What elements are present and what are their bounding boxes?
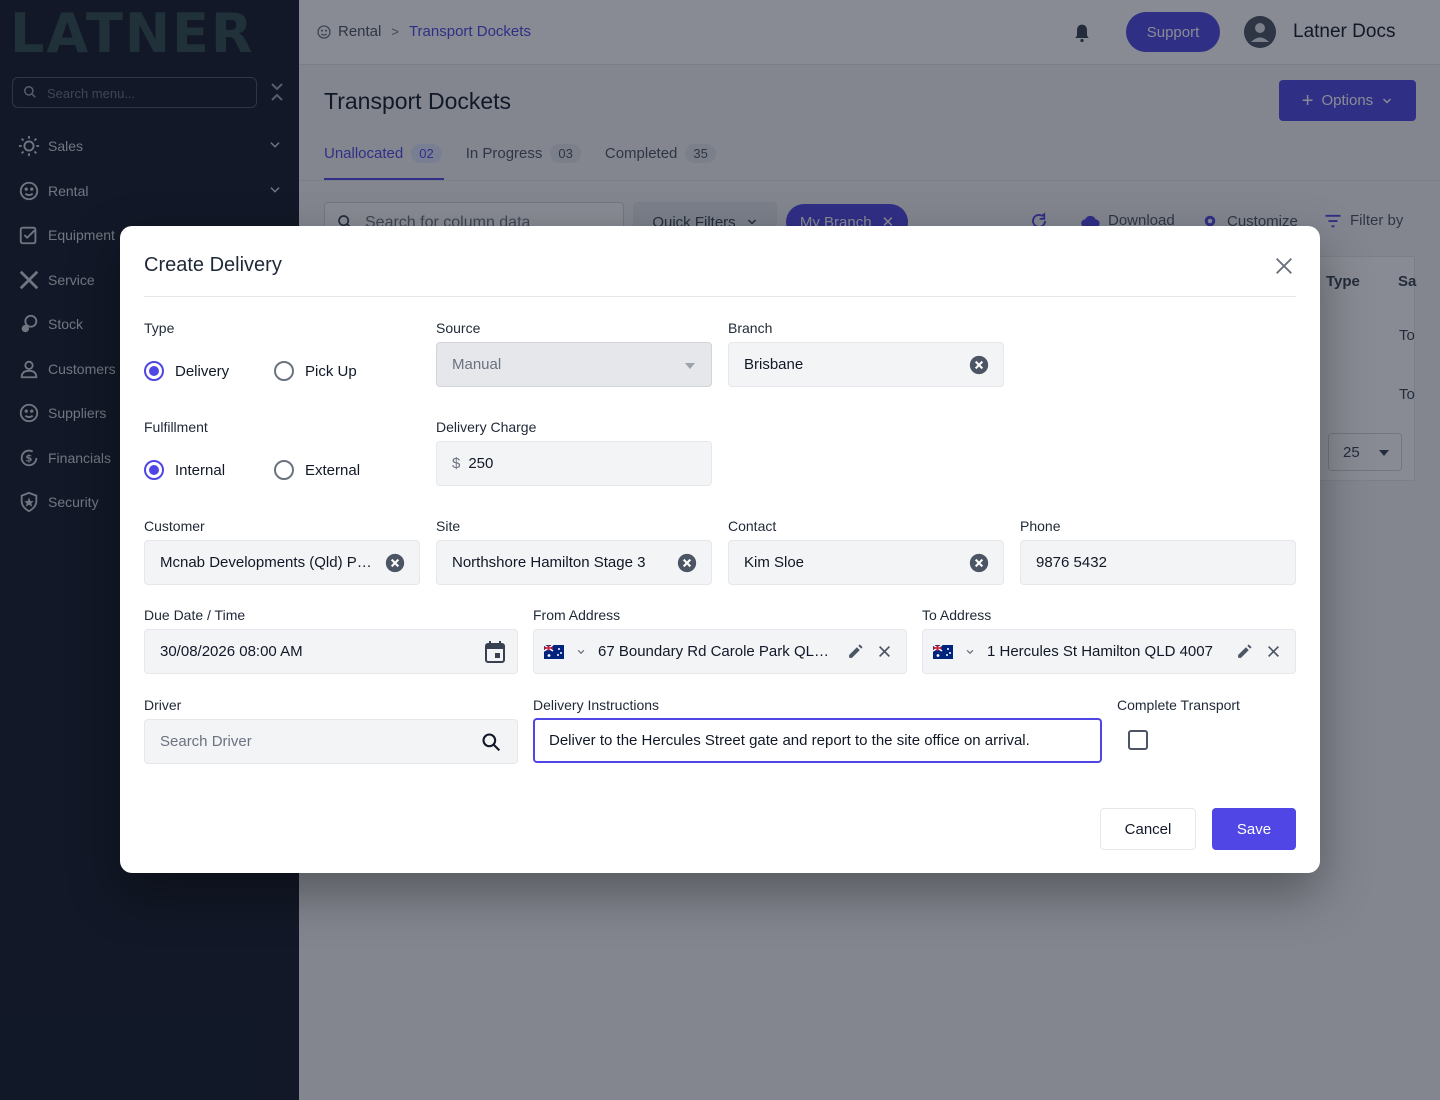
contact-value: Kim Sloe bbox=[744, 554, 805, 571]
chevron-down-icon[interactable] bbox=[576, 647, 586, 657]
to-address-label: To Address bbox=[922, 607, 992, 623]
radio-selected-icon bbox=[144, 361, 164, 381]
from-address-value: 67 Boundary Rd Carole Park QLD ... bbox=[598, 643, 836, 660]
customer-field[interactable]: Mcnab Developments (Qld) Pty L bbox=[144, 540, 420, 585]
site-value: Northshore Hamilton Stage 3 bbox=[452, 554, 646, 571]
clear-icon[interactable] bbox=[677, 553, 697, 573]
delivery-instructions-label: Delivery Instructions bbox=[533, 697, 660, 713]
save-button[interactable]: Save bbox=[1212, 808, 1296, 850]
customer-value: Mcnab Developments (Qld) Pty L bbox=[160, 554, 375, 571]
to-address-field[interactable]: 1 Hercules St Hamilton QLD 4007 bbox=[922, 629, 1296, 674]
to-address-value: 1 Hercules St Hamilton QLD 4007 bbox=[987, 643, 1213, 660]
phone-value: 9876 5432 bbox=[1036, 554, 1107, 571]
calendar-icon[interactable] bbox=[485, 641, 505, 663]
from-address-field[interactable]: 67 Boundary Rd Carole Park QLD ... bbox=[533, 629, 907, 674]
create-delivery-modal: Create Delivery Type Delivery Pick Up So… bbox=[120, 226, 1320, 873]
due-date-value: 30/08/2026 08:00 AM bbox=[160, 643, 303, 660]
fulfillment-label: Fulfillment bbox=[144, 419, 208, 435]
clear-icon[interactable] bbox=[969, 553, 989, 573]
delivery-charge-input[interactable]: $ 250 bbox=[436, 441, 712, 486]
branch-label: Branch bbox=[728, 320, 773, 336]
customer-label: Customer bbox=[144, 518, 205, 534]
driver-placeholder: Search Driver bbox=[160, 733, 252, 750]
complete-transport-label: Complete Transport bbox=[1117, 697, 1240, 713]
radio-selected-icon bbox=[144, 460, 164, 480]
complete-transport-checkbox[interactable] bbox=[1128, 730, 1148, 750]
radio-pick-up[interactable]: Pick Up bbox=[274, 361, 357, 381]
modal-title: Create Delivery bbox=[144, 254, 282, 276]
caret-down-icon bbox=[685, 363, 695, 369]
site-field[interactable]: Northshore Hamilton Stage 3 bbox=[436, 540, 712, 585]
from-address-label: From Address bbox=[533, 607, 621, 623]
search-icon[interactable] bbox=[481, 732, 501, 752]
radio-unselected-icon bbox=[274, 361, 294, 381]
source-select: Manual bbox=[436, 342, 712, 387]
clear-icon[interactable] bbox=[385, 553, 405, 573]
phone-input[interactable]: 9876 5432 bbox=[1020, 540, 1296, 585]
radio-label: External bbox=[305, 461, 361, 479]
branch-value: Brisbane bbox=[744, 356, 804, 373]
source-label: Source bbox=[436, 320, 481, 336]
edit-icon[interactable] bbox=[1236, 643, 1253, 660]
radio-external[interactable]: External bbox=[274, 460, 360, 480]
close-icon[interactable] bbox=[1273, 255, 1295, 277]
australia-flag-icon bbox=[933, 644, 953, 659]
currency-symbol: $ bbox=[452, 455, 461, 472]
clear-icon[interactable] bbox=[969, 355, 989, 375]
due-date-input[interactable]: 30/08/2026 08:00 AM bbox=[144, 629, 518, 674]
modal-divider bbox=[144, 296, 1296, 297]
type-label: Type bbox=[144, 320, 175, 336]
close-icon[interactable] bbox=[878, 645, 891, 658]
phone-label: Phone bbox=[1020, 518, 1061, 534]
driver-label: Driver bbox=[144, 697, 182, 713]
radio-label: Internal bbox=[175, 461, 226, 479]
source-value: Manual bbox=[452, 356, 502, 373]
radio-label: Delivery bbox=[175, 362, 230, 380]
delivery-charge-value: 250 bbox=[468, 455, 494, 472]
delivery-instructions-input[interactable]: Deliver to the Hercules Street gate and … bbox=[533, 718, 1102, 763]
contact-field[interactable]: Kim Sloe bbox=[728, 540, 1004, 585]
australia-flag-icon bbox=[544, 644, 564, 659]
delivery-instructions-value: Deliver to the Hercules Street gate and … bbox=[549, 732, 1030, 749]
radio-delivery[interactable]: Delivery bbox=[144, 361, 229, 381]
close-icon[interactable] bbox=[1267, 645, 1280, 658]
radio-unselected-icon bbox=[274, 460, 294, 480]
contact-label: Contact bbox=[728, 518, 777, 534]
site-label: Site bbox=[436, 518, 461, 534]
edit-icon[interactable] bbox=[847, 643, 864, 660]
radio-internal[interactable]: Internal bbox=[144, 460, 225, 480]
cancel-button[interactable]: Cancel bbox=[1100, 808, 1196, 850]
driver-search-input[interactable]: Search Driver bbox=[144, 719, 518, 764]
due-date-label: Due Date / Time bbox=[144, 607, 246, 623]
branch-field[interactable]: Brisbane bbox=[728, 342, 1004, 387]
chevron-down-icon[interactable] bbox=[965, 647, 975, 657]
delivery-charge-label: Delivery Charge bbox=[436, 419, 537, 435]
radio-label: Pick Up bbox=[305, 362, 357, 380]
